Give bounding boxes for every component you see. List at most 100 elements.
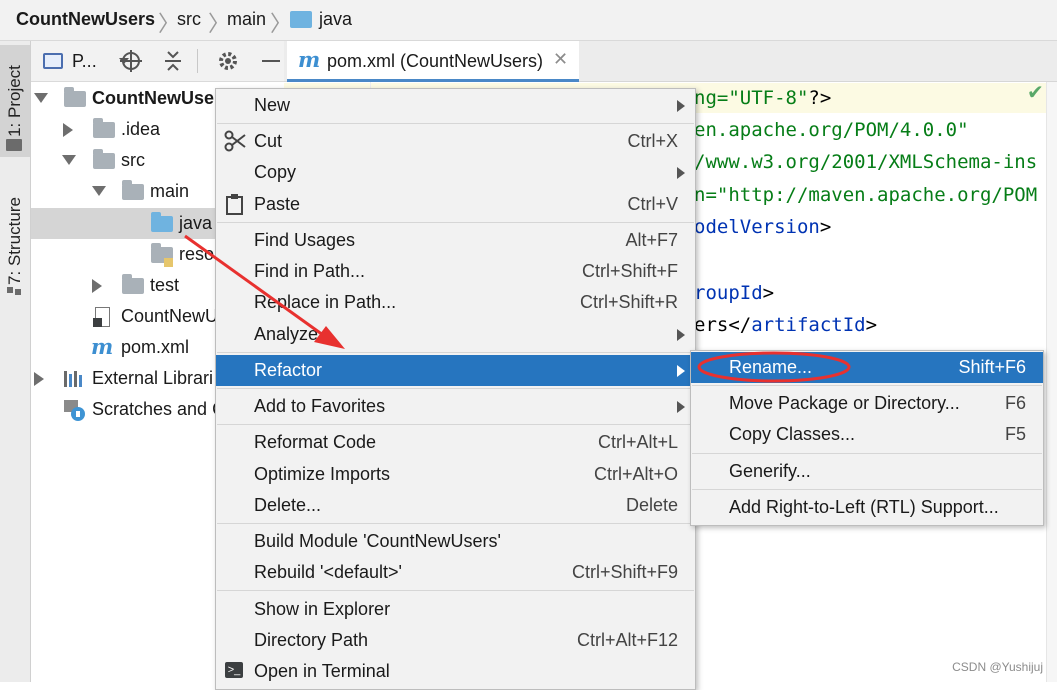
context-menu: New Cut Ctrl+X Copy Paste Ctrl+V Find Us… [215,88,696,690]
code-token: odelVersion [694,216,820,238]
tree-item-label: java [179,213,213,233]
code-token: > [819,216,832,238]
tab-project-label: 1: Project [5,65,24,137]
chevron-right-icon[interactable] [92,279,102,293]
breadcrumb-src[interactable]: src [177,9,201,30]
close-icon[interactable]: ✕ [553,49,568,70]
breadcrumb-project[interactable]: CountNewUsers [16,9,155,30]
submenu-item-label: Copy Classes... [729,424,856,444]
tab-pom-xml[interactable]: m pom.xml (CountNewUsers) ✕ [287,41,579,82]
folder-icon [290,11,312,28]
menu-item-label: Directory Path [254,630,369,650]
tree-item-label: .idea [121,119,161,139]
menu-item-label: Replace in Path... [254,292,397,312]
menu-item-label: Find in Path... [254,261,366,281]
tab-structure-label: 7: Structure [5,197,24,285]
chevron-right-icon [677,365,685,377]
menu-item-label: Add to Favorites [254,396,386,416]
resources-badge-icon [164,258,173,267]
menu-item-shortcut: Ctrl+Shift+R [579,292,678,312]
menu-item-label: Optimize Imports [254,464,391,484]
menu-item-build-module[interactable]: Build Module 'CountNewUsers' [216,526,695,557]
menu-item-label: Refactor [254,360,323,380]
menu-separator [692,489,1042,490]
project-folder-icon [6,139,22,151]
menu-item-new[interactable]: New [216,90,695,121]
submenu-item-rtl-support[interactable]: Add Right-to-Left (RTL) Support... [691,492,1043,523]
chevron-right-icon [677,401,685,413]
tree-item-label: CountNewUser [92,88,222,108]
menu-item-paste[interactable]: Paste Ctrl+V [216,189,695,220]
menu-item-shortcut: Ctrl+Alt+O [593,464,678,484]
maven-icon: m [298,47,321,72]
menu-item-rebuild[interactable]: Rebuild '<default>' Ctrl+Shift+F9 [216,557,695,588]
submenu-item-shortcut: Shift+F6 [958,357,1026,377]
submenu-item-generify[interactable]: Generify... [691,456,1043,487]
library-icon [64,371,82,387]
breadcrumb-bar: CountNewUsers 〉 src 〉 main 〉 java [0,0,1057,41]
tool-window-stripe: 1: Project 7: Structure [0,41,31,682]
menu-item-label: Build Module 'CountNewUsers' [254,531,501,551]
menu-item-find-in-path[interactable]: Find in Path... Ctrl+Shift+F [216,256,695,287]
project-view-selector[interactable]: P... [72,51,97,72]
locate-icon[interactable] [120,50,142,72]
menu-item-open-in-terminal[interactable]: >_ Open in Terminal [216,656,695,687]
code-line-8: ers</artifactId> [694,314,877,336]
breadcrumb-main[interactable]: main [227,9,266,30]
chevron-right-icon[interactable] [63,123,73,137]
tree-item-label: main [150,181,190,201]
menu-item-refactor[interactable]: Refactor [216,355,695,386]
submenu-item-label: Generify... [729,461,811,481]
submenu-item-copy-classes[interactable]: Copy Classes... F5 [691,419,1043,450]
gear-icon[interactable] [217,50,239,72]
project-view-icon[interactable] [43,53,63,69]
structure-icon [7,287,13,293]
menu-item-add-to-favorites[interactable]: Add to Favorites [216,391,695,422]
code-token: artifactId [751,314,866,336]
menu-item-label: Show in Explorer [254,599,391,619]
code-line-4: n="http://maven.apache.org/POM [694,184,1037,206]
menu-item-label: New [254,95,291,115]
menu-item-delete[interactable]: Delete... Delete [216,490,695,521]
menu-item-cut[interactable]: Cut Ctrl+X [216,126,695,157]
source-folder-icon [151,212,173,232]
menu-item-show-in-explorer[interactable]: Show in Explorer [216,594,695,625]
code-token: "http://maven.apache.org/POM [716,184,1038,206]
tab-structure[interactable]: 7: Structure [0,181,30,301]
menu-item-directory-path[interactable]: Directory Path Ctrl+Alt+F12 [216,625,695,656]
submenu-item-label: Rename... [729,357,813,377]
submenu-item-move[interactable]: Move Package or Directory... F6 [691,388,1043,419]
submenu-item-label: Add Right-to-Left (RTL) Support... [729,497,999,517]
scissors-icon [224,130,246,152]
menu-item-reformat-code[interactable]: Reformat Code Ctrl+Alt+L [216,427,695,458]
submenu-item-rename[interactable]: Rename... Shift+F6 [691,352,1043,383]
editor-scrollbar[interactable] [1046,82,1057,682]
folder-icon [122,274,144,294]
menu-item-replace-in-path[interactable]: Replace in Path... Ctrl+Shift+R [216,287,695,318]
breadcrumb-java[interactable]: java [319,9,352,30]
code-token: n= [694,184,717,206]
chevron-down-icon[interactable] [62,155,76,165]
minimize-icon[interactable] [262,60,280,62]
menu-item-find-usages[interactable]: Find Usages Alt+F7 [216,225,695,256]
code-line-5: odelVersion> [694,216,831,238]
menu-item-optimize-imports[interactable]: Optimize Imports Ctrl+Alt+O [216,459,695,490]
menu-item-copy[interactable]: Copy [216,157,695,188]
code-token: ?> [808,87,832,109]
chevron-down-icon[interactable] [92,186,106,196]
chevron-right-icon[interactable] [34,372,44,386]
menu-separator [217,352,694,353]
menu-item-label: Delete... [254,495,322,515]
menu-item-analyze[interactable]: Analyze [216,319,695,350]
menu-item-label: Find Usages [254,230,356,250]
code-token: ng="UTF-8" [694,87,809,109]
collapse-all-icon[interactable] [163,50,183,72]
code-token: roupId [694,282,763,304]
refactor-submenu: Rename... Shift+F6 Move Package or Direc… [690,350,1044,526]
chevron-down-icon[interactable] [34,93,48,103]
menu-item-shortcut: Ctrl+Alt+F12 [576,630,678,650]
menu-item-shortcut: Ctrl+X [627,131,678,151]
tree-item-label: CountNewU [121,306,219,326]
menu-item-shortcut: Ctrl+V [627,194,678,214]
tree-item-label: reso [179,244,215,264]
